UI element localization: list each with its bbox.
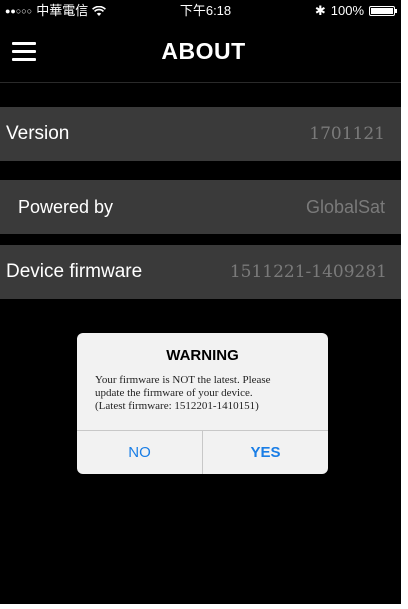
version-value: 1701121 [309,124,385,144]
dialog-message-line: update the firmware of your device. [95,387,253,399]
device-firmware-row: Device firmware 1511221-1409281 [0,245,401,299]
status-right: ✱ 100% [314,0,397,22]
version-row: Version 1701121 [0,107,401,161]
device-firmware-value: 1511221-1409281 [229,262,387,282]
powered-by-row: Powered by GlobalSat [0,180,401,234]
bluetooth-icon: ✱ [314,3,326,18]
dialog-message-line: (Latest firmware: 1512201-1410151) [95,400,259,412]
dialog-message-line: Your firmware is NOT the latest. Please [95,374,271,386]
nav-bar: ABOUT [0,22,401,83]
version-label: Version [6,123,70,144]
warning-dialog: WARNING Your firmware is NOT the latest.… [77,333,328,474]
battery-icon [369,6,397,16]
page-title: ABOUT [161,38,246,64]
powered-by-label: Powered by [18,197,114,217]
dialog-message: Your firmware is NOT the latest. Please … [95,374,317,413]
powered-by-value: GlobalSat [305,197,385,217]
status-bar: ●●○○○ 中華電信 下午6:18 ✱ 100% [0,0,401,22]
yes-button[interactable]: YES [203,431,328,474]
dialog-title: WARNING [166,347,239,364]
app-screen: ●●○○○ 中華電信 下午6:18 ✱ 100% ABOUT Version 1… [0,0,401,604]
device-firmware-label: Device firmware [6,261,143,282]
battery-fill [371,8,393,14]
no-button[interactable]: NO [77,431,202,474]
battery-percent: 100% [330,3,364,18]
